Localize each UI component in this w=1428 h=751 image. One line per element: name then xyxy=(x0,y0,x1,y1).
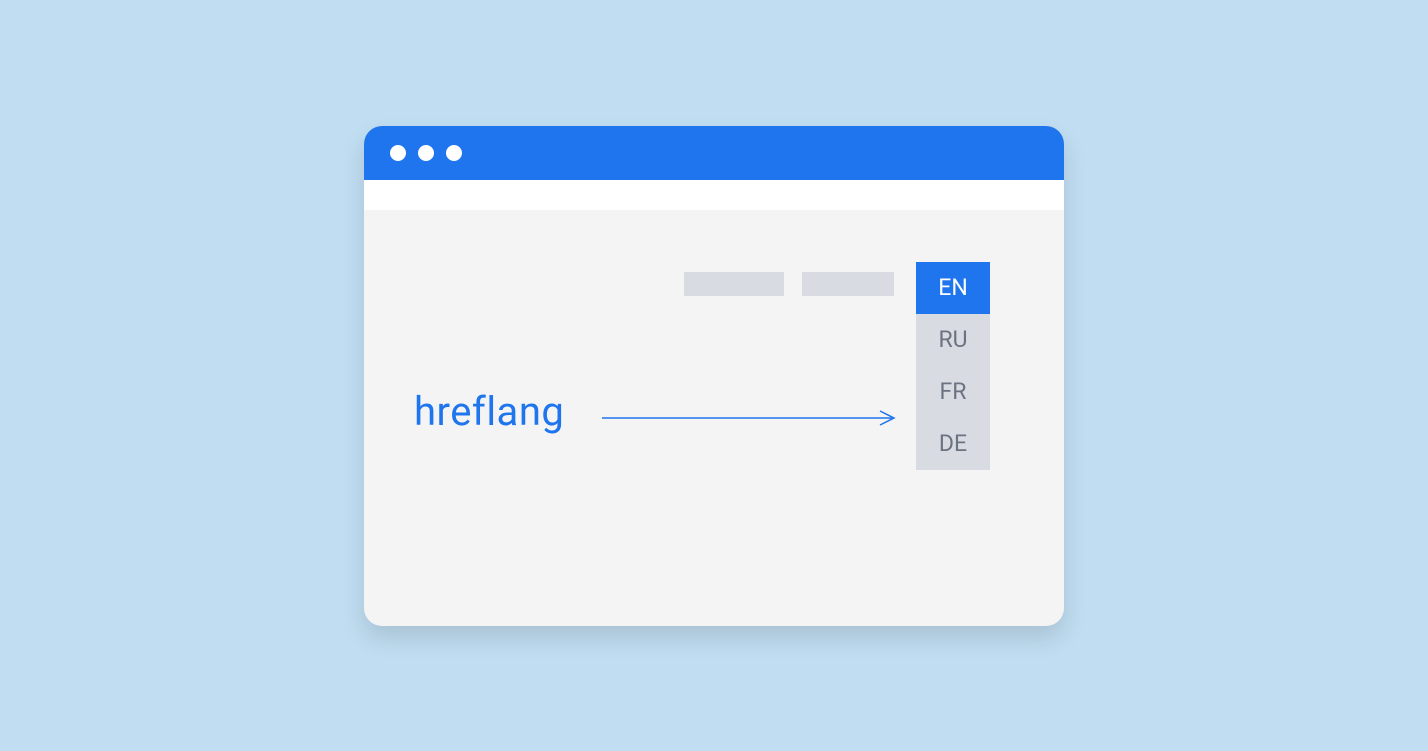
window-control-icon xyxy=(418,145,434,161)
address-bar xyxy=(364,180,1064,210)
browser-window: EN RU FR DE hreflang xyxy=(364,126,1064,626)
window-control-icon xyxy=(390,145,406,161)
language-dropdown[interactable]: EN RU FR DE xyxy=(916,262,990,470)
language-option-fr[interactable]: FR xyxy=(916,366,990,418)
title-bar xyxy=(364,126,1064,180)
hreflang-label: hreflang xyxy=(414,388,564,435)
arrow-icon xyxy=(602,408,902,428)
nav-placeholder xyxy=(684,272,784,296)
language-option-de[interactable]: DE xyxy=(916,418,990,470)
nav-placeholder xyxy=(802,272,894,296)
language-option-ru[interactable]: RU xyxy=(916,314,990,366)
window-control-icon xyxy=(446,145,462,161)
language-option-en[interactable]: EN xyxy=(916,262,990,314)
content-area: EN RU FR DE hreflang xyxy=(364,210,1064,626)
